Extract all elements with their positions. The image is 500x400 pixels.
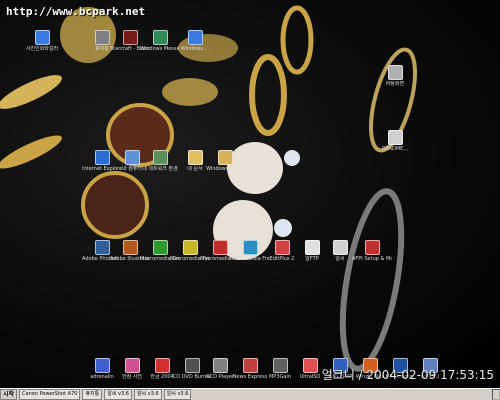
- app-icon: [332, 240, 348, 255]
- app-icon: [242, 240, 258, 255]
- app-icon: [302, 358, 318, 373]
- desktop-icon-label: README...: [381, 146, 409, 152]
- desktop-icon[interactable]: AFPI Setup & Monitor: [352, 240, 392, 262]
- app-icon: [94, 358, 110, 373]
- desktop-icon[interactable]: Windows 탐색기: [205, 150, 245, 172]
- app-icon: [122, 240, 138, 255]
- desktop-icon-label: Windows 탐색기: [206, 166, 244, 172]
- start-button[interactable]: 시작: [0, 389, 18, 400]
- app-icon: [94, 150, 110, 165]
- app-icon: [242, 358, 258, 373]
- app-icon: [184, 358, 200, 373]
- app-icon: [122, 30, 138, 45]
- app-icon: [152, 150, 168, 165]
- taskbar-button[interactable]: 알씨 v3.6: [104, 389, 132, 400]
- app-icon: [34, 30, 50, 45]
- taskbar-button[interactable]: 알씨 v3.6: [133, 389, 162, 400]
- desktop-icon[interactable]: 바탕화면: [375, 65, 415, 87]
- task-area: Canon PowerShot A70 휴지통 알씨 v3.6 알씨 v3.6 알씨 v…: [19, 389, 192, 400]
- app-icon: [212, 358, 228, 373]
- taskbar-button[interactable]: 알씨 v3.6: [163, 389, 192, 400]
- desktop-icon[interactable]: 사진인화와컬러: [22, 30, 62, 52]
- app-icon: [94, 30, 110, 45]
- app-icon: [154, 358, 170, 373]
- desktop-icon-label: Windows ...: [180, 46, 210, 52]
- desktop-icon[interactable]: Windows Messenger: [140, 30, 180, 52]
- app-icon: [124, 150, 140, 165]
- app-icon: [187, 30, 203, 45]
- desktop-icon[interactable]: Windows ...: [175, 30, 215, 52]
- app-icon: [274, 240, 290, 255]
- app-icon: [364, 240, 380, 255]
- taskbar-button[interactable]: Canon PowerShot A70: [19, 389, 81, 400]
- desktop-icon[interactable]: 내 네트워크 환경: [140, 150, 180, 172]
- desktop-icon-label: Windows Messenger: [140, 46, 180, 52]
- app-icon: [387, 65, 403, 80]
- app-icon: [94, 240, 110, 255]
- watermark-text: http://www.bcpark.net: [6, 5, 146, 18]
- desktop-icon-label: 바탕화면: [385, 81, 405, 87]
- app-icon: [124, 358, 140, 373]
- timestamp-caption: 얼크니 / 2004-02-09 17:53:15: [321, 368, 494, 382]
- app-icon: [152, 240, 168, 255]
- jewelry-background: [0, 5, 417, 372]
- app-icon: [152, 30, 168, 45]
- app-icon: [212, 240, 228, 255]
- app-icon: [387, 130, 403, 145]
- app-icon: [304, 240, 320, 255]
- app-icon: [182, 240, 198, 255]
- system-tray: [492, 389, 500, 400]
- desktop-icon-label: 사진인화와컬러: [25, 46, 59, 52]
- desktop-icon-label: AFPI Setup & Monitor: [352, 256, 392, 262]
- app-icon: [217, 150, 233, 165]
- app-icon: [187, 150, 203, 165]
- taskbar-button[interactable]: 휴지통: [82, 389, 103, 400]
- desktop: http://www.bcpark.net 사진인화와컬러 휴지통 Starcraf…: [0, 0, 500, 388]
- taskbar: 시작 Canon PowerShot A70 휴지통 알씨 v3.6 알씨 v3.6 알…: [0, 388, 500, 400]
- app-icon: [272, 358, 288, 373]
- desktop-icon[interactable]: README...: [375, 130, 415, 152]
- desktop-icon-label: 내 네트워크 환경: [142, 166, 178, 172]
